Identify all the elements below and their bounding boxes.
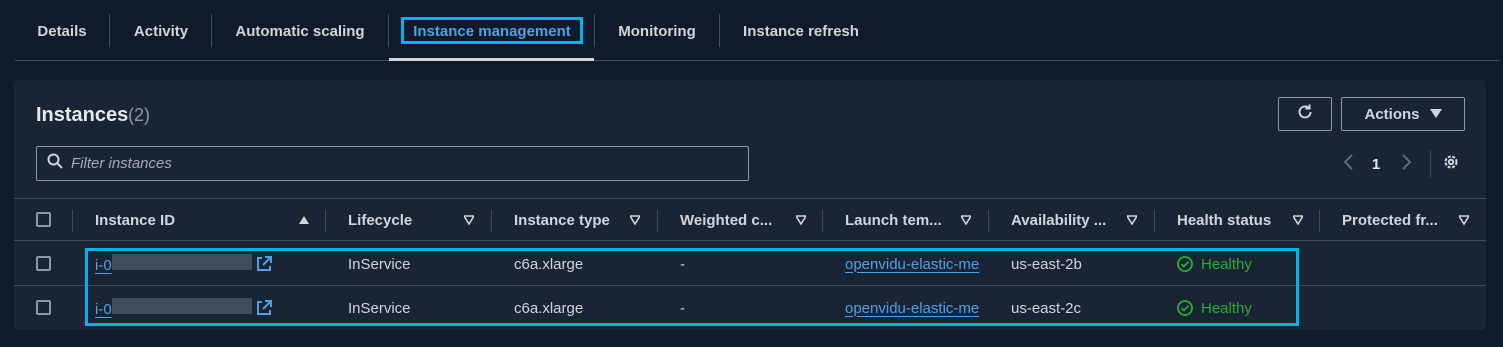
external-link-icon[interactable]	[256, 300, 272, 316]
instance-type-cell: c6a.xlarge	[514, 299, 584, 317]
column-divider	[1319, 210, 1320, 232]
active-tab-indicator	[389, 58, 594, 61]
redacted-id	[111, 254, 252, 270]
column-header-protected-from[interactable]: Protected fr...	[1342, 199, 1438, 242]
column-divider	[988, 210, 989, 232]
tab-instance-refresh[interactable]: Instance refresh	[730, 12, 872, 50]
tab-divider	[719, 14, 720, 47]
sort-icon[interactable]	[464, 215, 474, 225]
instance-id-link[interactable]: i-0	[95, 254, 252, 274]
column-divider	[1154, 210, 1155, 232]
column-header-weighted-capacity[interactable]: Weighted c...	[680, 199, 772, 242]
panel-title: Instances	[36, 104, 129, 126]
column-header-instance-id[interactable]: Instance ID	[95, 199, 175, 242]
actions-label: Actions	[1364, 105, 1420, 123]
page-number[interactable]: 1	[1366, 152, 1386, 176]
refresh-icon	[1296, 103, 1314, 125]
table-header: Instance ID Lifecycle Instance type Weig…	[14, 198, 1486, 241]
weighted-capacity-cell: -	[680, 299, 685, 317]
instances-panel: Instances (2) Actions 1	[14, 80, 1486, 330]
select-all-checkbox[interactable]	[36, 212, 51, 227]
availability-zone-cell: us-east-2c	[1011, 299, 1082, 317]
tab-instance-management[interactable]: Instance management	[401, 12, 583, 50]
availability-zone-cell: us-east-2b	[1011, 255, 1082, 273]
instance-id-cell[interactable]: i-0	[95, 242, 272, 286]
column-divider	[822, 210, 823, 232]
sort-icon[interactable]	[961, 215, 971, 225]
tab-bar: Details Activity Automatic scaling Insta…	[0, 0, 1503, 62]
redacted-id	[111, 298, 252, 314]
lifecycle-cell: InService	[348, 255, 411, 273]
refresh-button[interactable]	[1278, 97, 1332, 131]
tab-automatic-scaling[interactable]: Automatic scaling	[222, 12, 378, 50]
row-checkbox[interactable]	[36, 256, 51, 271]
column-divider	[657, 210, 658, 232]
instance-type-cell: c6a.xlarge	[514, 255, 584, 273]
tab-divider	[211, 14, 212, 47]
actions-button[interactable]: Actions	[1341, 97, 1465, 131]
tabs-baseline	[15, 60, 1500, 61]
launch-template-link[interactable]: openvidu-elastic-me	[845, 286, 979, 330]
tab-details[interactable]: Details	[24, 12, 100, 50]
column-header-health-status[interactable]: Health status	[1177, 199, 1271, 242]
instance-count: (2)	[128, 105, 150, 125]
tab-activity[interactable]: Activity	[120, 12, 202, 50]
sort-icon[interactable]	[1293, 215, 1303, 225]
lifecycle-cell: InService	[348, 299, 411, 317]
filter-instances-input[interactable]	[71, 155, 711, 172]
column-divider	[72, 210, 73, 232]
tab-monitoring[interactable]: Monitoring	[605, 12, 709, 50]
tab-divider	[594, 14, 595, 47]
sort-icon[interactable]	[796, 215, 806, 225]
chevron-left-icon	[1343, 153, 1353, 175]
health-status-cell: Healthy	[1177, 286, 1252, 330]
check-circle-icon	[1177, 256, 1193, 272]
next-page-button[interactable]	[1395, 152, 1419, 176]
chevron-right-icon	[1402, 153, 1412, 175]
tab-divider	[388, 14, 389, 47]
preferences-button[interactable]	[1439, 152, 1463, 176]
search-icon	[47, 153, 63, 174]
column-divider	[325, 210, 326, 232]
instance-id-cell[interactable]: i-0	[95, 286, 272, 330]
caret-down-icon	[1429, 106, 1442, 123]
tab-divider	[109, 14, 110, 47]
sort-ascending-icon[interactable]	[299, 215, 309, 225]
sort-icon[interactable]	[1459, 215, 1469, 225]
check-circle-icon	[1177, 300, 1193, 316]
external-link-icon[interactable]	[256, 256, 272, 272]
search-box[interactable]	[36, 146, 749, 181]
gear-icon	[1442, 153, 1460, 176]
row-checkbox[interactable]	[36, 300, 51, 315]
pager-divider	[1430, 150, 1431, 178]
column-header-lifecycle[interactable]: Lifecycle	[348, 199, 412, 242]
column-header-instance-type[interactable]: Instance type	[514, 199, 610, 242]
table-row[interactable]: i-0 InService c6a.xlarge - openvidu-elas…	[14, 286, 1486, 330]
column-header-availability-zone[interactable]: Availability ...	[1011, 199, 1106, 242]
weighted-capacity-cell: -	[680, 255, 685, 273]
sort-icon[interactable]	[1127, 215, 1137, 225]
instance-id-link[interactable]: i-0	[95, 298, 252, 318]
health-status-cell: Healthy	[1177, 242, 1252, 286]
column-header-launch-template[interactable]: Launch tem...	[845, 199, 942, 242]
column-divider	[491, 210, 492, 232]
sort-icon[interactable]	[630, 215, 640, 225]
launch-template-link[interactable]: openvidu-elastic-me	[845, 242, 979, 286]
previous-page-button[interactable]	[1336, 152, 1360, 176]
table-row[interactable]: i-0 InService c6a.xlarge - openvidu-elas…	[14, 242, 1486, 286]
